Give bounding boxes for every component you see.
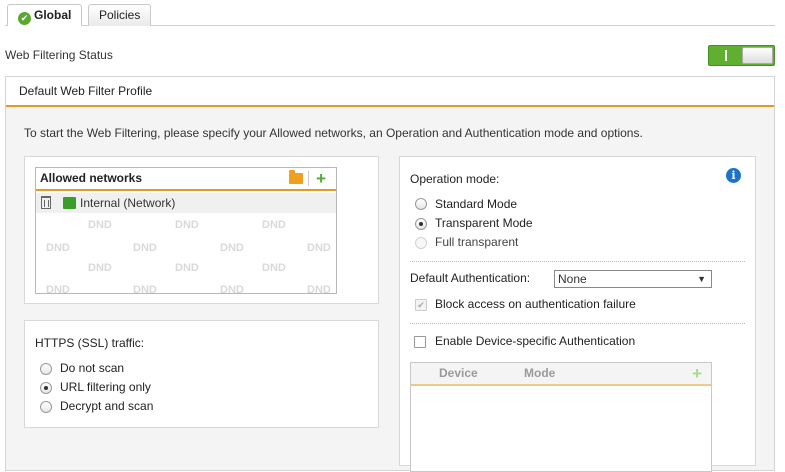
tab-global[interactable]: ✔ Global [7, 4, 83, 26]
web-filtering-status-toggle[interactable] [708, 45, 775, 66]
toggle-on-marker [725, 50, 727, 61]
operation-radio-full-transparent[interactable] [415, 237, 427, 249]
dnd-watermark: DND [262, 262, 286, 274]
chevron-down-icon: ▼ [697, 274, 706, 284]
default-authentication-select[interactable]: None ▼ [554, 270, 712, 288]
panel-title: Default Web Filter Profile [6, 77, 774, 107]
dnd-watermark: DND [220, 242, 244, 254]
https-radio-decrypt-and-scan[interactable] [40, 401, 52, 413]
trash-icon[interactable] [41, 196, 51, 209]
operation-radio-standard[interactable] [415, 198, 427, 210]
dnd-watermark: DND [175, 262, 199, 274]
device-specific-auth-label: Enable Device-specific Authentication [435, 334, 636, 348]
https-label: HTTPS (SSL) traffic: [35, 336, 145, 350]
dnd-watermark: DND [307, 242, 331, 254]
https-option-label: Decrypt and scan [60, 399, 154, 413]
https-radio-url-filtering[interactable] [40, 382, 52, 394]
operation-mode-label: Operation mode: [410, 172, 500, 186]
block-access-checkbox[interactable]: ✔ [415, 299, 427, 311]
operation-option-label: Full transparent [435, 235, 519, 249]
intro-text: To start the Web Filtering, please speci… [24, 126, 643, 140]
dnd-watermark: DND [88, 262, 112, 274]
network-icon [63, 197, 76, 209]
dnd-watermark: DND [220, 284, 244, 294]
device-specific-auth-checkbox[interactable] [414, 336, 426, 348]
allowed-networks-header: Allowed networks + [36, 168, 336, 191]
allowed-networks-list: Allowed networks + Internal (Network) DN… [35, 167, 337, 294]
operation-option-label: Transparent Mode [435, 216, 533, 230]
check-circle-icon: ✔ [18, 12, 31, 25]
dnd-watermark: DND [46, 284, 70, 294]
divider [410, 261, 745, 262]
https-option-label: URL filtering only [60, 380, 151, 394]
list-item[interactable]: Internal (Network) [36, 193, 336, 213]
info-icon[interactable]: i [726, 168, 741, 183]
tab-policies[interactable]: Policies [88, 4, 152, 26]
default-authentication-label: Default Authentication: [410, 271, 531, 285]
web-filtering-status-label: Web Filtering Status [5, 48, 113, 62]
operation-radio-transparent[interactable] [415, 218, 427, 230]
operation-option-label: Standard Mode [435, 197, 518, 211]
dnd-watermark: DND [307, 284, 331, 294]
add-device-icon[interactable]: + [692, 365, 702, 382]
toggle-knob [742, 47, 773, 64]
folder-icon[interactable] [289, 170, 303, 184]
block-access-label: Block access on authentication failure [435, 297, 636, 311]
allowed-networks-title: Allowed networks [40, 171, 143, 185]
dnd-watermark: DND [46, 242, 70, 254]
dnd-watermark: DND [262, 219, 286, 231]
dnd-watermark: DND [175, 219, 199, 231]
header-separator [308, 171, 309, 186]
add-network-icon[interactable]: + [316, 170, 326, 187]
device-grid-header: Device Mode + [411, 363, 711, 386]
dnd-watermark: DND [88, 219, 112, 231]
column-mode: Mode [524, 366, 556, 380]
dnd-watermark: DND [133, 242, 157, 254]
select-value: None [558, 272, 587, 286]
list-item-label: Internal (Network) [80, 196, 176, 210]
tab-policies-label: Policies [99, 8, 141, 22]
divider [410, 323, 745, 324]
https-radio-do-not-scan[interactable] [40, 363, 52, 375]
https-option-label: Do not scan [60, 361, 125, 375]
device-auth-grid: Device Mode + [410, 362, 712, 472]
dnd-watermark: DND [133, 284, 157, 294]
column-device: Device [439, 366, 478, 380]
tab-global-label: Global [34, 8, 72, 22]
